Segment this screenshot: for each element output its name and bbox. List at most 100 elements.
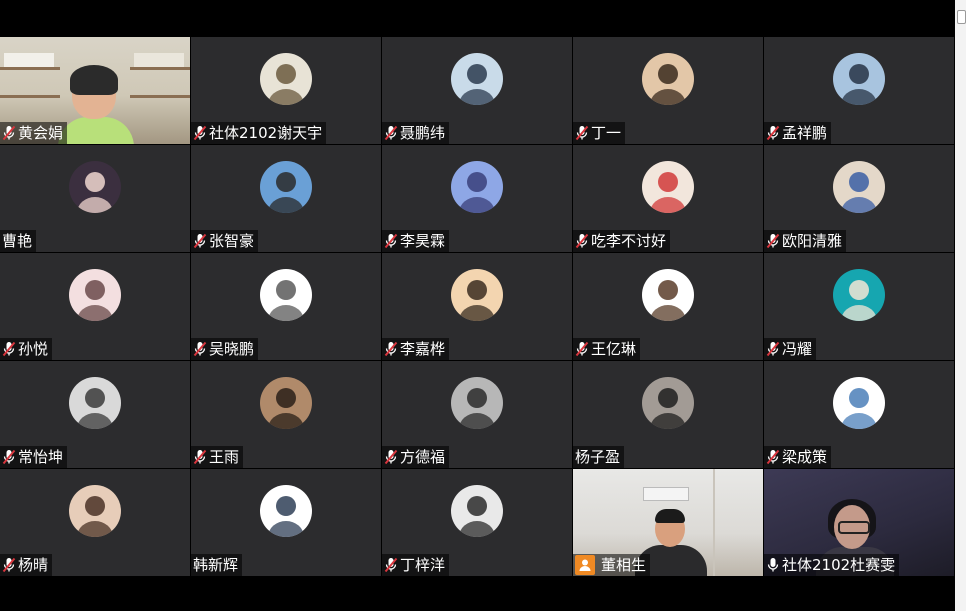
participant-name: 孙悦 [18, 340, 49, 358]
mic-muted-icon [193, 233, 207, 249]
name-tag: 黄会娟 [0, 122, 68, 144]
participant-tile[interactable]: 孙悦 [0, 253, 190, 360]
mic-muted-icon [766, 233, 780, 249]
cartoon-wolf-avatar-icon [260, 269, 312, 321]
group-photo-avatar-icon [69, 377, 121, 429]
participant-tile[interactable]: 吴晓鹏 [191, 253, 381, 360]
participant-name: 李昊霖 [400, 232, 446, 250]
right-edge-strip [955, 0, 966, 611]
participant-tile[interactable]: 张智豪 [191, 145, 381, 252]
participant-tile[interactable]: 黄会娟 [0, 37, 190, 144]
name-tag: 欧阳清雅 [764, 230, 847, 252]
person-avatar-icon [451, 53, 503, 105]
participant-tile[interactable]: 吃李不讨好 [573, 145, 763, 252]
participant-name: 社体2102谢天宇 [209, 124, 323, 142]
participant-tile[interactable]: 曹艳 [0, 145, 190, 252]
name-tag: 杨晴 [0, 554, 53, 576]
participant-tile[interactable]: 社体2102谢天宇 [191, 37, 381, 144]
participant-name: 曹艳 [2, 232, 33, 250]
mic-muted-icon [575, 233, 589, 249]
participant-tile[interactable]: 李嘉桦 [382, 253, 572, 360]
participant-tile[interactable]: 韩新辉 [191, 469, 381, 576]
name-tag: 王雨 [191, 446, 244, 468]
participant-name: 杨晴 [18, 556, 49, 574]
name-tag: 丁梓洋 [382, 554, 450, 576]
name-tag: 曹艳 [0, 230, 37, 252]
name-tag: 李嘉桦 [382, 338, 450, 360]
participant-grid: 黄会娟 社体2102谢天宇 聂鹏纬 丁一 孟祥鹏曹艳 张智豪 李昊霖 吃李不讨好 欧阳清雅孙悦 吴… [0, 37, 955, 577]
participant-tile[interactable]: 孟祥鹏 [764, 37, 954, 144]
participant-name: 韩新辉 [193, 556, 239, 574]
participant-tile[interactable]: 李昊霖 [382, 145, 572, 252]
name-tag: 方德福 [382, 446, 450, 468]
anime-avatar-icon [642, 269, 694, 321]
name-tag: 韩新辉 [191, 554, 243, 576]
name-tag: 丁一 [573, 122, 626, 144]
participant-name: 董相生 [601, 556, 647, 574]
participant-tile[interactable]: 董相生 [573, 469, 763, 576]
participant-tile[interactable]: 王雨 [191, 361, 381, 468]
mic-muted-icon [384, 557, 398, 573]
name-tag: 聂鹏纬 [382, 122, 450, 144]
name-tag: 吃李不讨好 [573, 230, 671, 252]
name-tag: 梁成策 [764, 446, 832, 468]
participant-name: 聂鹏纬 [400, 124, 446, 142]
mic-icon [766, 557, 780, 573]
mic-muted-icon [766, 341, 780, 357]
mic-muted-icon [193, 449, 207, 465]
name-tag: 常怡坤 [0, 446, 68, 468]
participant-tile[interactable]: 杨晴 [0, 469, 190, 576]
participant-name: 吴晓鹏 [209, 340, 255, 358]
baby-avatar-icon [833, 161, 885, 213]
participant-name: 丁一 [591, 124, 622, 142]
participant-tile[interactable]: 杨子盈 [573, 361, 763, 468]
cat-avatar-icon [833, 269, 885, 321]
mic-muted-icon [2, 341, 16, 357]
name-tag: 孙悦 [0, 338, 53, 360]
name-tag: 李昊霖 [382, 230, 450, 252]
participant-name: 丁梓洋 [400, 556, 446, 574]
mic-muted-icon [575, 341, 589, 357]
participant-tile[interactable]: 常怡坤 [0, 361, 190, 468]
child-avatar-icon [642, 53, 694, 105]
participant-name: 李嘉桦 [400, 340, 446, 358]
participant-tile[interactable]: 丁一 [573, 37, 763, 144]
mic-muted-icon [2, 557, 16, 573]
participant-name: 社体2102杜赛雯 [782, 556, 896, 574]
meeting-window: 黄会娟 社体2102谢天宇 聂鹏纬 丁一 孟祥鹏曹艳 张智豪 李昊霖 吃李不讨好 欧阳清雅孙悦 吴… [0, 0, 955, 611]
person-avatar-icon [69, 161, 121, 213]
person-avatar-icon [260, 161, 312, 213]
participant-name: 常怡坤 [18, 448, 64, 466]
participant-tile[interactable]: 方德福 [382, 361, 572, 468]
participant-tile[interactable]: 王亿琳 [573, 253, 763, 360]
participant-tile[interactable]: 冯耀 [764, 253, 954, 360]
name-tag: 董相生 [573, 554, 651, 576]
mic-muted-icon [384, 449, 398, 465]
participant-name: 冯耀 [782, 340, 813, 358]
scroll-button[interactable] [957, 10, 966, 24]
person-avatar-icon [69, 269, 121, 321]
building-avatar-icon [833, 53, 885, 105]
name-tag: 张智豪 [191, 230, 259, 252]
cartoon-boy-avatar-icon [451, 269, 503, 321]
participant-tile[interactable]: 社体2102杜赛雯 [764, 469, 954, 576]
mic-muted-icon [2, 449, 16, 465]
person-avatar-icon [451, 485, 503, 537]
participant-tile[interactable]: 丁梓洋 [382, 469, 572, 576]
person-avatar-icon [260, 485, 312, 537]
person-avatar-icon [260, 377, 312, 429]
top-bar [0, 0, 955, 36]
participant-tile[interactable]: 欧阳清雅 [764, 145, 954, 252]
bottom-bar [0, 577, 955, 611]
participant-tile[interactable]: 梁成策 [764, 361, 954, 468]
mic-muted-icon [193, 341, 207, 357]
name-tag: 孟祥鹏 [764, 122, 832, 144]
name-tag: 吴晓鹏 [191, 338, 259, 360]
participant-name: 欧阳清雅 [782, 232, 843, 250]
participant-tile[interactable]: 聂鹏纬 [382, 37, 572, 144]
name-tag: 社体2102谢天宇 [191, 122, 327, 144]
child-avatar-icon [642, 161, 694, 213]
calligraphy-avatar-icon [260, 53, 312, 105]
participant-name: 吃李不讨好 [591, 232, 667, 250]
person-avatar-icon [642, 377, 694, 429]
